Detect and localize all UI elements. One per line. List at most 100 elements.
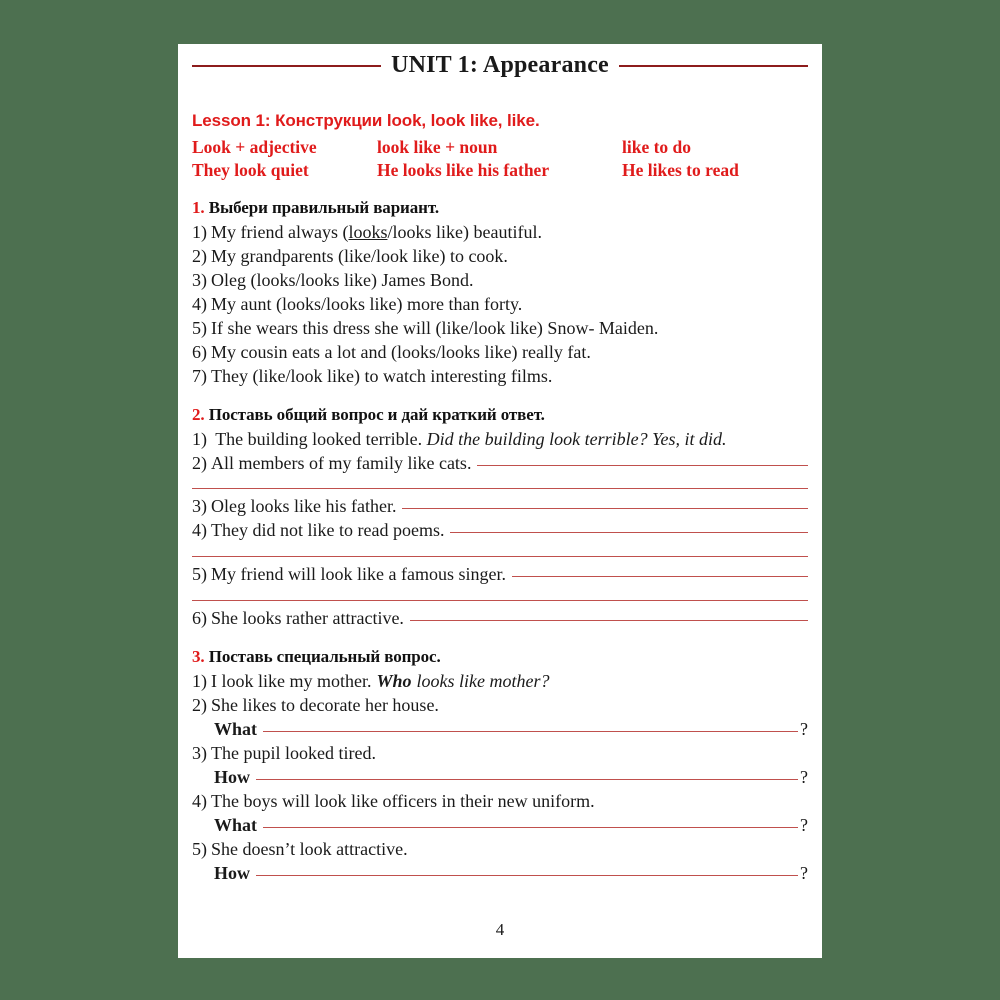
question-word-row: What ? bbox=[192, 814, 808, 838]
item-text: My aunt (looks/looks like) more than for… bbox=[211, 293, 523, 314]
exercise-2-heading: 2. Поставь общий вопрос и дай краткий от… bbox=[192, 405, 808, 425]
exercise-item: 1) The building looked terrible. Did the… bbox=[192, 428, 808, 452]
question-word: What bbox=[214, 719, 258, 740]
question-mark: ? bbox=[800, 862, 808, 883]
exercise-heading-text: Поставь общий вопрос и дай краткий ответ… bbox=[208, 404, 545, 424]
answer-blank[interactable] bbox=[256, 778, 798, 780]
item-text: The pupil looked tired. bbox=[211, 743, 376, 763]
exercise-item: 6) She looks rather attractive. bbox=[192, 607, 808, 631]
item-marker: 4) bbox=[192, 293, 207, 314]
item-marker: 6) bbox=[192, 608, 207, 629]
item-text: Oleg looks like his father. bbox=[211, 496, 397, 517]
item-marker: 2) bbox=[192, 245, 207, 266]
header-rule-right bbox=[618, 64, 808, 67]
item-answer-keyword: Who bbox=[376, 671, 412, 692]
page-title: UNIT 1: Appearance bbox=[391, 52, 609, 78]
formula-cell: They look quiet bbox=[192, 160, 309, 180]
question-word-row: How ? bbox=[192, 766, 808, 790]
answer-blank[interactable] bbox=[263, 826, 798, 828]
answer-blank[interactable] bbox=[511, 576, 808, 578]
exercise-heading-text: Поставь специальный вопрос. bbox=[208, 647, 441, 667]
page-header: UNIT 1: Appearance bbox=[192, 52, 808, 79]
item-marker: 3) bbox=[192, 269, 207, 290]
formula-cell: He looks like his father bbox=[377, 160, 550, 180]
answer-blank-continuation[interactable] bbox=[192, 488, 808, 490]
exercise-item: 4) They did not like to read poems. bbox=[192, 519, 808, 543]
question-word: How bbox=[214, 766, 250, 787]
question-word: What bbox=[214, 814, 258, 835]
item-text: She likes to decorate her house. bbox=[211, 695, 439, 716]
answer-blank[interactable] bbox=[450, 532, 808, 534]
item-text-underlined: looks bbox=[348, 222, 388, 242]
formula-cell: like to do bbox=[622, 137, 692, 157]
item-marker: 3) bbox=[192, 496, 207, 517]
item-text: My friend will look like a famous singer… bbox=[211, 564, 506, 585]
exercise-item: 1) My friend always ( looks /looks like)… bbox=[192, 221, 808, 245]
exercise-item: 2) All members of my family like cats. bbox=[192, 452, 808, 476]
item-marker: 5) bbox=[192, 564, 207, 585]
item-text: The building looked terrible. bbox=[215, 428, 423, 449]
item-marker: 4) bbox=[192, 790, 207, 811]
item-text: If she wears this dress she will (like/l… bbox=[211, 317, 659, 338]
item-marker: 6) bbox=[192, 341, 207, 362]
answer-blank-continuation[interactable] bbox=[192, 600, 808, 602]
item-marker: 7) bbox=[192, 365, 207, 386]
exercise-item: 7) They (like/look like) to watch intere… bbox=[192, 365, 808, 389]
question-word: How bbox=[214, 862, 250, 883]
exercise-1-heading: 1. Выбери правильный вариант. bbox=[192, 198, 808, 218]
answer-blank[interactable] bbox=[409, 620, 808, 622]
exercise-item: 3) The pupil looked tired. bbox=[192, 742, 808, 766]
question-word-row: How ? bbox=[192, 862, 808, 886]
item-text: They (like/look like) to watch interesti… bbox=[211, 365, 553, 386]
item-marker: 1) bbox=[192, 428, 207, 449]
formula-cell: He likes to read bbox=[622, 160, 739, 180]
question-mark: ? bbox=[800, 766, 808, 787]
item-text: The boys will look like officers in thei… bbox=[211, 790, 595, 811]
item-text: Oleg (looks/looks like) James Bond. bbox=[211, 269, 474, 290]
exercise-item: 5) My friend will look like a famous sin… bbox=[192, 563, 808, 587]
exercise-item: 2) She likes to decorate her house. bbox=[192, 694, 808, 718]
exercise-item: 6) My cousin eats a lot and (looks/looks… bbox=[192, 341, 808, 365]
item-answer: looks like mother? bbox=[416, 671, 550, 692]
exercise-item: 5) She doesn’t look attractive. bbox=[192, 838, 808, 862]
formula-table: Look + adjective look like + noun like t… bbox=[192, 136, 808, 182]
item-marker: 4) bbox=[192, 520, 207, 541]
item-marker: 2) bbox=[192, 695, 207, 716]
answer-blank[interactable] bbox=[263, 731, 798, 733]
exercise-number: 1. bbox=[192, 198, 205, 217]
answer-blank[interactable] bbox=[477, 464, 808, 466]
item-marker: 2) bbox=[192, 452, 207, 473]
item-marker: 1) bbox=[192, 671, 207, 692]
exercise-item: 1) I look like my mother. Who looks like… bbox=[192, 670, 808, 694]
exercise-number: 3. bbox=[192, 647, 205, 667]
page-content: UNIT 1: Appearance Lesson 1: Конструкции… bbox=[192, 44, 808, 886]
exercise-item: 5) If she wears this dress she will (lik… bbox=[192, 317, 808, 341]
item-text: She looks rather attractive. bbox=[211, 608, 404, 629]
header-rule-left bbox=[192, 64, 382, 67]
exercise-number: 2. bbox=[192, 404, 205, 424]
worksheet-page: UNIT 1: Appearance Lesson 1: Конструкции… bbox=[178, 44, 822, 958]
item-text: All members of my family like cats. bbox=[211, 452, 472, 473]
formula-cell: look like + noun bbox=[377, 137, 498, 157]
formula-row: They look quiet He looks like his father… bbox=[192, 159, 808, 182]
exercise-item: 3) Oleg looks like his father. bbox=[192, 495, 808, 519]
question-word-row: What ? bbox=[192, 718, 808, 742]
page-number: 4 bbox=[495, 920, 505, 939]
exercise-item: 3) Oleg (looks/looks like) James Bond. bbox=[192, 269, 808, 293]
item-text: My cousin eats a lot and (looks/looks li… bbox=[211, 341, 591, 362]
answer-blank-continuation[interactable] bbox=[192, 556, 808, 558]
question-mark: ? bbox=[800, 814, 808, 835]
item-marker: 5) bbox=[192, 838, 207, 859]
item-text: I look like my mother. bbox=[211, 671, 372, 692]
exercise-3-heading: 3. Поставь специальный вопрос. bbox=[192, 647, 808, 667]
exercise-heading-text: Выбери правильный вариант. bbox=[208, 198, 439, 217]
lesson-title: Lesson 1: Конструкции look, look like, l… bbox=[192, 111, 540, 130]
answer-blank[interactable] bbox=[402, 508, 808, 510]
item-text: They did not like to read poems. bbox=[211, 520, 445, 541]
formula-cell: Look + adjective bbox=[192, 137, 317, 157]
exercise-item: 4) The boys will look like officers in t… bbox=[192, 790, 808, 814]
item-answer: Did the building look terrible? Yes, it … bbox=[426, 428, 727, 449]
answer-blank[interactable] bbox=[256, 874, 798, 876]
item-marker: 1) bbox=[192, 222, 207, 242]
item-text: She doesn’t look attractive. bbox=[211, 838, 408, 859]
